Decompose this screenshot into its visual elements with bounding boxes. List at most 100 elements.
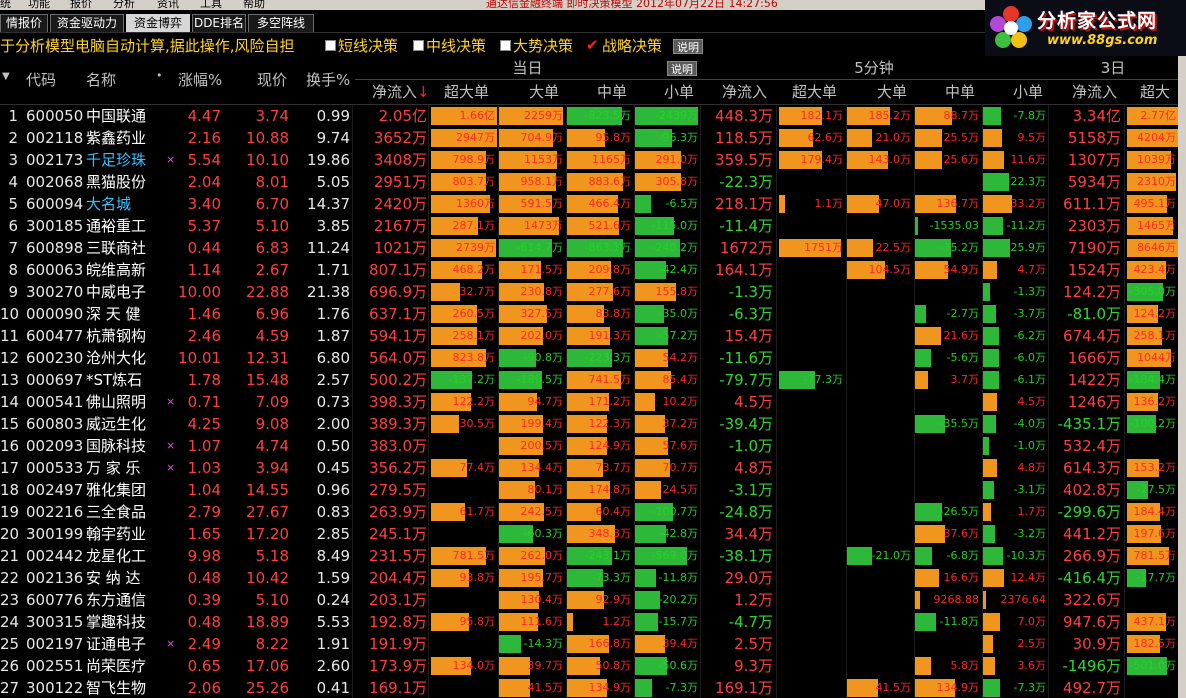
stock-name[interactable]: 三全食品	[86, 501, 156, 523]
stock-code[interactable]: 600230	[26, 347, 83, 369]
table-row[interactable]: 26 002551 尚荣医疗 0.65 17.06 2.60 173.9万 9.3万 -1496…	[0, 655, 1178, 677]
stock-code[interactable]: 600477	[26, 325, 83, 347]
table-row[interactable]: 27 300122 智飞生物 2.06 25.26 0.41 169.1万 169.1万 492…	[0, 677, 1178, 698]
stock-name[interactable]: 证通电子	[86, 633, 156, 655]
stock-name[interactable]: 万 家 乐	[86, 457, 156, 479]
stock-name[interactable]: 大名城	[86, 193, 156, 215]
stock-code[interactable]: 002173	[26, 149, 83, 171]
stock-code[interactable]: 000090	[26, 303, 83, 325]
stock-code[interactable]: 002216	[26, 501, 83, 523]
table-row[interactable]: 10 000090 深 天 健 1.46 6.96 1.76 637.1万 -6.3万 -81.…	[0, 303, 1178, 325]
col-code[interactable]: 代码	[26, 69, 56, 90]
stock-name[interactable]: 尚荣医疗	[86, 655, 156, 677]
tab-fund-driver[interactable]: 资金驱动力	[50, 14, 124, 32]
stock-code[interactable]: 002197	[26, 633, 83, 655]
table-row[interactable]: 17 000533 万 家 乐 × 1.03 3.94 0.45 356.2万 4.8万 614.…	[0, 457, 1178, 479]
logo-url[interactable]: www.88gs.com	[1047, 33, 1157, 48]
table-row[interactable]: 9 300270 中威电子 10.00 22.88 21.38 696.9万 -1.3万 124…	[0, 281, 1178, 303]
menu-item-sys[interactable]: 统	[0, 0, 11, 10]
tab-bull-bear[interactable]: 多空阵线	[248, 14, 314, 32]
table-row[interactable]: 4 002068 黑猫股份 2.04 8.01 5.05 2951万 -22.3万 5934万 8…	[0, 171, 1178, 193]
table-row[interactable]: 21 002442 龙星化工 9.98 5.18 8.49 231.5万 -38.1万 266.…	[0, 545, 1178, 567]
stock-code[interactable]: 000697	[26, 369, 83, 391]
stock-name[interactable]: 国脉科技	[86, 435, 156, 457]
stock-name[interactable]: 通裕重工	[86, 215, 156, 237]
menu-item-tools[interactable]: 工具	[200, 0, 222, 10]
stock-code[interactable]: 600803	[26, 413, 83, 435]
table-row[interactable]: 24 300315 掌趣科技 0.48 18.89 5.53 192.8万 -4.7万 947.…	[0, 611, 1178, 633]
tab-fund-game[interactable]: 资金博弈	[126, 14, 190, 32]
col-today-net[interactable]: 净流入↓	[372, 81, 430, 102]
mid-term-label[interactable]: 中线决策	[426, 35, 486, 57]
col-today-xl[interactable]: 超大单	[444, 81, 489, 102]
stock-name[interactable]: 龙星化工	[86, 545, 156, 567]
stock-name[interactable]: 杭萧钢构	[86, 325, 156, 347]
explain-button[interactable]: 说明	[673, 39, 703, 54]
col-5m-net[interactable]: 净流入	[722, 81, 767, 102]
col-3d-xl[interactable]: 超大	[1140, 81, 1170, 102]
tab-quote[interactable]: 情报价	[0, 14, 48, 32]
table-row[interactable]: 11 600477 杭萧钢构 2.46 4.59 1.87 594.1万 15.4万 674.4…	[0, 325, 1178, 347]
table-row[interactable]: 2 002118 紫鑫药业 2.16 10.88 9.74 3652万 118.5万 5158万…	[0, 127, 1178, 149]
table-row[interactable]: 7 600898 三联商社 0.44 6.83 11.24 1021万 1672万 7190万 2…	[0, 237, 1178, 259]
table-row[interactable]: 25 002197 证通电子 × 2.49 8.22 1.91 191.9万 2.5万 30.9万…	[0, 633, 1178, 655]
stock-code[interactable]: 300270	[26, 281, 83, 303]
table-row[interactable]: 1 600050 中国联通 4.47 3.74 0.99 2.05亿 448.3万 3.34亿 1…	[0, 105, 1178, 127]
vertical-scrollbar[interactable]	[1178, 56, 1186, 698]
market-trend-checkbox[interactable]	[500, 40, 511, 51]
table-row[interactable]: 8 600063 皖维高新 1.14 2.67 1.71 807.1万 164.1万 1524万…	[0, 259, 1178, 281]
short-term-label[interactable]: 短线决策	[338, 35, 398, 57]
stock-name[interactable]: 智飞生物	[86, 677, 156, 698]
stock-code[interactable]: 300185	[26, 215, 83, 237]
table-row[interactable]: 12 600230 沧州大化 10.01 12.31 6.80 564.0万 -11.6万 16…	[0, 347, 1178, 369]
stock-code[interactable]: 002551	[26, 655, 83, 677]
stock-name[interactable]: 皖维高新	[86, 259, 156, 281]
stock-code[interactable]: 002068	[26, 171, 83, 193]
stock-name[interactable]: 东方通信	[86, 589, 156, 611]
strategic-label[interactable]: 战略决策	[602, 35, 662, 57]
stock-code[interactable]: 300199	[26, 523, 83, 545]
stock-name[interactable]: 佛山照明	[86, 391, 156, 413]
market-trend-label[interactable]: 大势决策	[513, 35, 573, 57]
stock-name[interactable]: 千足珍珠	[86, 149, 156, 171]
col-5m-l[interactable]: 大单	[877, 81, 907, 102]
stock-name[interactable]: 深 天 健	[86, 303, 156, 325]
col-price[interactable]: 现价	[257, 69, 287, 90]
tab-dde-rank[interactable]: DDE排名	[192, 14, 246, 32]
menu-item-function[interactable]: 功能	[28, 0, 50, 10]
stock-name[interactable]: 黑猫股份	[86, 171, 156, 193]
table-row[interactable]: 6 300185 通裕重工 5.37 5.10 3.85 2167万 -11.4万 2303万 2…	[0, 215, 1178, 237]
stock-code[interactable]: 002136	[26, 567, 83, 589]
col-today-s[interactable]: 小单	[664, 81, 694, 102]
menu-item-analysis[interactable]: 分析	[113, 0, 135, 10]
stock-code[interactable]: 600776	[26, 589, 83, 611]
menu-item-help[interactable]: 帮助	[243, 0, 265, 10]
stock-name[interactable]: 三联商社	[86, 237, 156, 259]
stock-name[interactable]: 威远生化	[86, 413, 156, 435]
stock-name[interactable]: 中威电子	[86, 281, 156, 303]
col-5m-xl[interactable]: 超大单	[792, 81, 837, 102]
table-row[interactable]: 20 300199 翰宇药业 1.65 17.20 2.85 245.1万 34.4万 441.…	[0, 523, 1178, 545]
stock-name[interactable]: 翰宇药业	[86, 523, 156, 545]
table-row[interactable]: 14 000541 佛山照明 × 0.71 7.09 0.73 398.3万 4.5万 1246万…	[0, 391, 1178, 413]
table-row[interactable]: 18 002497 雅化集团 1.04 14.55 0.96 279.5万 -3.1万 402.…	[0, 479, 1178, 501]
stock-name[interactable]: 中国联通	[86, 105, 156, 127]
stock-name[interactable]: 安 纳 达	[86, 567, 156, 589]
col-5m-s[interactable]: 小单	[1013, 81, 1043, 102]
stock-code[interactable]: 002093	[26, 435, 83, 457]
col-5m-m[interactable]: 中单	[945, 81, 975, 102]
col-today-l[interactable]: 大单	[529, 81, 559, 102]
col-turnover[interactable]: 换手%	[306, 69, 350, 90]
col-change[interactable]: 涨幅%	[178, 69, 222, 90]
table-row[interactable]: 22 002136 安 纳 达 0.48 10.42 1.59 204.4万 29.0万 -41…	[0, 567, 1178, 589]
stock-name[interactable]: 紫鑫药业	[86, 127, 156, 149]
stock-code[interactable]: 600063	[26, 259, 83, 281]
stock-name[interactable]: 雅化集团	[86, 479, 156, 501]
stock-name[interactable]: *ST炼石	[86, 369, 156, 391]
stock-code[interactable]: 002497	[26, 479, 83, 501]
col-name[interactable]: 名称	[86, 69, 116, 90]
table-row[interactable]: 23 600776 东方通信 0.39 5.10 0.24 203.1万 1.2万 322.6万…	[0, 589, 1178, 611]
table-row[interactable]: 16 002093 国脉科技 × 1.07 4.74 0.50 383.0万 -1.0万 532.…	[0, 435, 1178, 457]
menu-item-info[interactable]: 资讯	[157, 0, 179, 10]
mid-term-checkbox[interactable]	[413, 40, 424, 51]
